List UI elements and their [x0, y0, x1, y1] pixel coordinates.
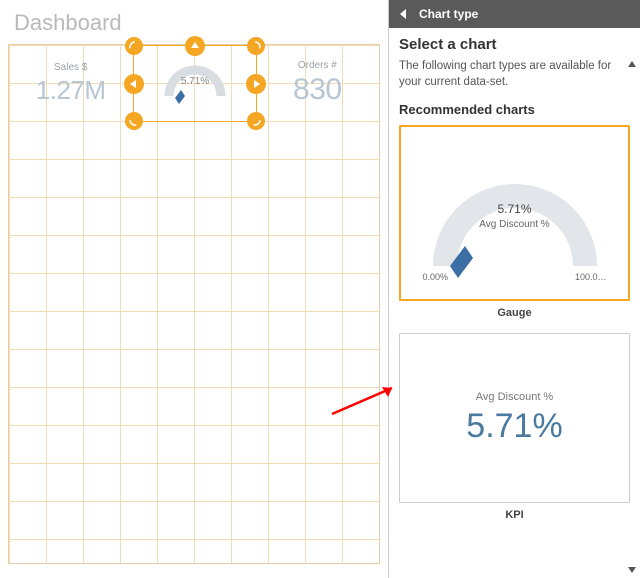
scroll-down-icon[interactable]	[626, 564, 638, 576]
app-root: Dashboard Sales $ 1.27M Orders # 830	[0, 0, 640, 578]
kpi-tile-orders[interactable]: Orders # 830	[256, 45, 379, 122]
chart-type-panel: Chart type Select a chart The following …	[389, 0, 640, 578]
dashboard-canvas-pane: Dashboard Sales $ 1.27M Orders # 830	[0, 0, 389, 578]
panel-header-title: Chart type	[419, 7, 478, 21]
back-button[interactable]	[397, 7, 411, 21]
dashboard-title: Dashboard	[14, 10, 380, 36]
resize-handle-br[interactable]	[247, 112, 265, 130]
gauge-min-label: 0.00%	[423, 272, 449, 282]
scroll-up-icon[interactable]	[626, 58, 638, 70]
kpi-card-value: 5.71%	[466, 407, 562, 446]
gauge-preview-subtitle: Avg Discount %	[479, 219, 549, 230]
kpi-tile-sales[interactable]: Sales $ 1.27M	[9, 45, 132, 122]
kpi-card-label: Avg Discount %	[476, 391, 553, 403]
panel-header: Chart type	[389, 0, 640, 28]
move-handle-left[interactable]	[124, 74, 144, 94]
move-handle-right[interactable]	[246, 74, 266, 94]
kpi-orders-value: 830	[293, 73, 342, 107]
dashboard-grid[interactable]: Sales $ 1.27M Orders # 830 5.71%	[8, 44, 380, 564]
gauge-preview: 5.71% Avg Discount % 0.00% 100.0…	[415, 138, 615, 288]
kpi-sales-label: Sales $	[54, 62, 87, 73]
move-handle-top[interactable]	[185, 36, 205, 56]
panel-body: Select a chart The following chart types…	[389, 28, 640, 578]
resize-handle-bl[interactable]	[125, 112, 143, 130]
kpi-sales-value: 1.27M	[36, 75, 106, 106]
kpi-card-caption: KPI	[399, 509, 630, 521]
mini-gauge-value: 5.71%	[181, 76, 209, 87]
mini-gauge: 5.71%	[153, 52, 237, 116]
panel-section-title: Recommended charts	[399, 102, 630, 117]
chart-option-gauge[interactable]: 5.71% Avg Discount % 0.00% 100.0…	[399, 125, 630, 301]
resize-handle-tr[interactable]	[247, 37, 265, 55]
panel-heading: Select a chart	[399, 36, 630, 53]
kpi-orders-label: Orders #	[298, 60, 337, 71]
chart-option-kpi[interactable]: Avg Discount % 5.71%	[399, 333, 630, 503]
gauge-preview-value: 5.71% Avg Discount %	[479, 202, 549, 231]
panel-description: The following chart types are available …	[399, 59, 630, 90]
resize-handle-tl[interactable]	[125, 37, 143, 55]
gauge-max-label: 100.0…	[575, 272, 607, 282]
gauge-card-caption: Gauge	[399, 307, 630, 319]
selected-gauge-tile[interactable]: 5.71%	[133, 45, 257, 122]
